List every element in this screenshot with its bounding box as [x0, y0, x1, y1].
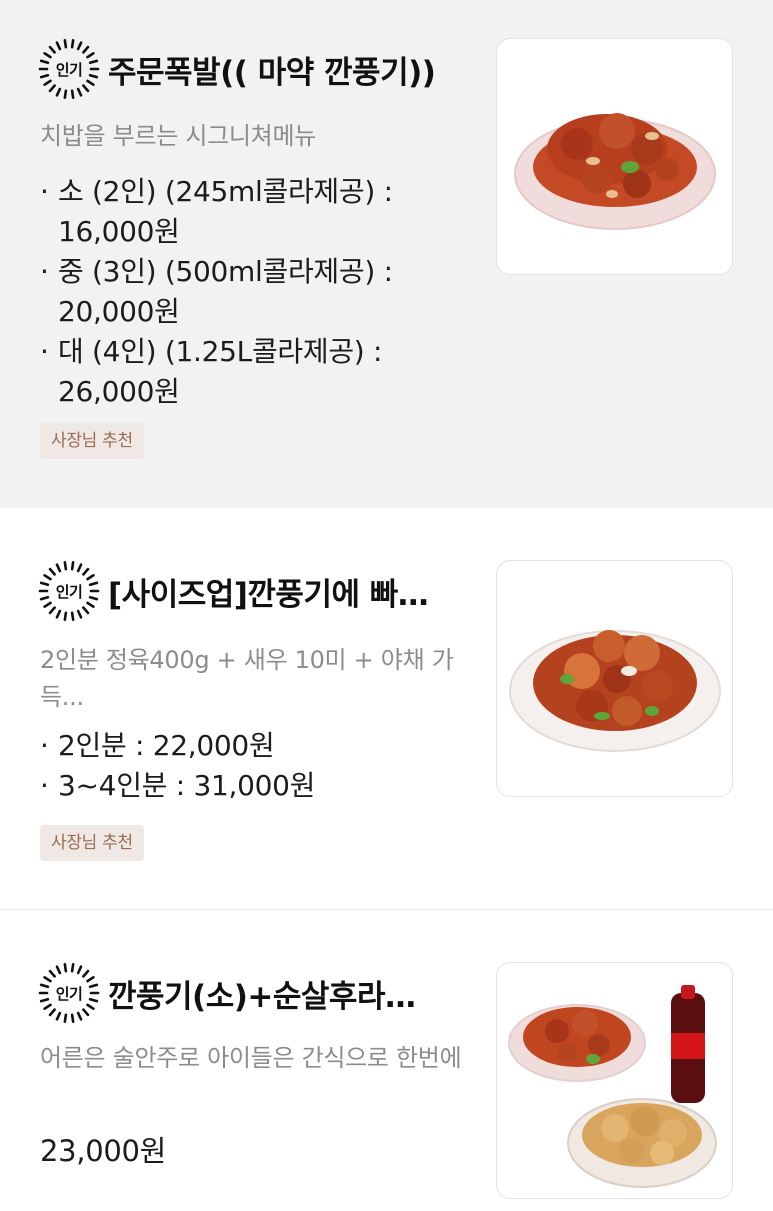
- menu-item-3[interactable]: 인기 깐풍기(소)+순살후라… 어른은 술안주로 아이들은 간식으로 한번에 2…: [0, 910, 773, 1211]
- menu-option: · 대 (4인) (1.25L콜라제공) : 26,000원: [40, 332, 460, 412]
- menu-item-options: · 2인분 : 22,000원 · 3~4인분 : 31,000원: [40, 726, 460, 806]
- popular-badge-icon: 인기: [38, 560, 100, 622]
- menu-option: · 중 (3인) (500ml콜라제공) : 20,000원: [40, 252, 460, 332]
- menu-item-description: 치밥을 부르는 시그니쳐메뉴: [40, 122, 317, 150]
- menu-option: · 2인분 : 22,000원: [40, 726, 460, 766]
- popular-badge-icon: 인기: [38, 962, 100, 1024]
- menu-item-1[interactable]: 인기 주문폭발(( 마약 깐풍기)) 치밥을 부르는 시그니쳐메뉴 · 소 (2인…: [0, 0, 773, 508]
- popular-badge-label: 인기: [55, 582, 83, 601]
- menu-item-description: 2인분 정육400g + 새우 10미 + 야채 가득...: [40, 646, 454, 711]
- menu-option-label: 3~4인분 : 31,000원: [58, 769, 316, 802]
- owner-recommend-tag: 사장님 추천: [40, 825, 144, 861]
- kkanpunggi-plate-image[interactable]: [496, 38, 733, 275]
- popular-badge-label: 인기: [55, 984, 83, 1003]
- menu-item-title-row: 인기 주문폭발(( 마약 깐풍기)): [38, 38, 435, 100]
- menu-option-label: 소 (2인) (245ml콜라제공) : 16,000원: [58, 175, 393, 248]
- menu-option: · 3~4인분 : 31,000원: [40, 766, 460, 806]
- menu-item-title: 주문폭발(( 마약 깐풍기)): [108, 54, 436, 91]
- menu-item-options: · 소 (2인) (245ml콜라제공) : 16,000원 · 중 (3인) (5…: [40, 172, 460, 412]
- kkanpunggi-fried-chicken-cola-set-image[interactable]: [496, 962, 733, 1199]
- menu-option-label: 2인분 : 22,000원: [58, 729, 275, 762]
- menu-item-title-row: 인기 [사이즈업]깐풍기에 빠…: [38, 560, 428, 622]
- menu-item-title: 깐풍기(소)+순살후라…: [108, 978, 416, 1015]
- popular-badge-icon: 인기: [38, 38, 100, 100]
- menu-item-2[interactable]: 인기 [사이즈업]깐풍기에 빠… 2인분 정육400g + 새우 10미 + 야…: [0, 508, 773, 910]
- menu-item-description: 어른은 술안주로 아이들은 간식으로 한번에: [40, 1044, 462, 1072]
- menu-item-title: [사이즈업]깐풍기에 빠…: [108, 576, 429, 613]
- menu-item-price: 23,000원: [40, 1134, 167, 1168]
- shrimp-kkanpunggi-plate-image[interactable]: [496, 560, 733, 797]
- owner-recommend-tag: 사장님 추천: [40, 423, 144, 459]
- menu-option: · 소 (2인) (245ml콜라제공) : 16,000원: [40, 172, 460, 252]
- menu-item-title-row: 인기 깐풍기(소)+순살후라…: [38, 962, 415, 1024]
- popular-badge-label: 인기: [55, 60, 83, 79]
- menu-option-label: 중 (3인) (500ml콜라제공) : 20,000원: [58, 255, 393, 328]
- menu-option-label: 대 (4인) (1.25L콜라제공) : 26,000원: [58, 335, 383, 408]
